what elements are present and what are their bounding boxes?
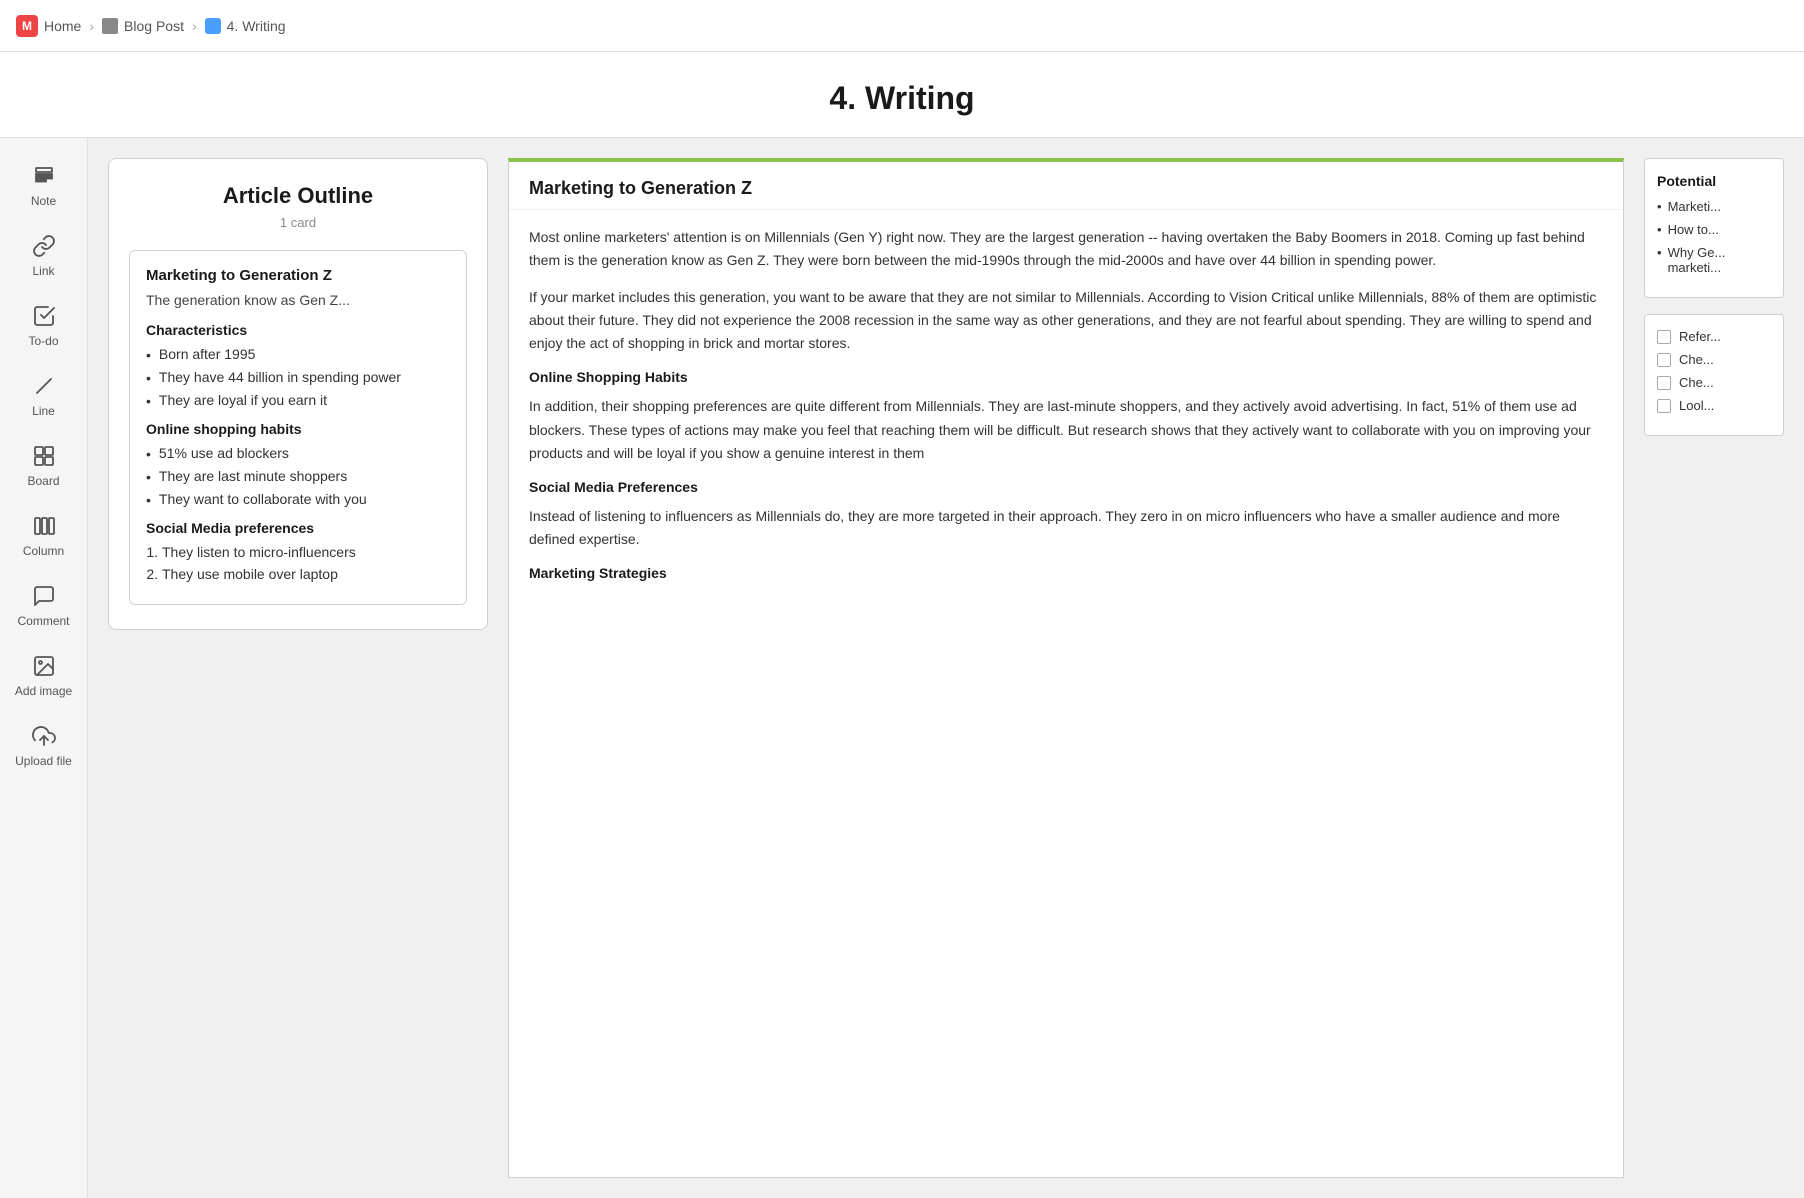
main-layout: Note Link To-do Line Board bbox=[0, 138, 1804, 1198]
blog-post-icon bbox=[102, 18, 118, 34]
potential-list: Marketi... How to... Why Ge... marketi..… bbox=[1657, 199, 1771, 275]
article-section-marketing: Marketing Strategies bbox=[529, 565, 1603, 581]
upload-icon bbox=[30, 722, 58, 750]
list-item: They have 44 billion in spending power bbox=[146, 369, 450, 386]
list-item: How to... bbox=[1657, 222, 1771, 237]
sidebar-item-column[interactable]: Column bbox=[9, 504, 79, 566]
article-section-social-content: Instead of listening to influencers as M… bbox=[529, 505, 1603, 551]
checklist-item[interactable]: Refer... bbox=[1657, 329, 1771, 344]
list-item: They are last minute shoppers bbox=[146, 468, 450, 485]
article-para-1: Most online marketers' attention is on M… bbox=[529, 226, 1603, 272]
article-section-shopping-content: In addition, their shopping preferences … bbox=[529, 395, 1603, 464]
article-section-shopping: Online Shopping Habits bbox=[529, 369, 1603, 385]
article-section-social: Social Media Preferences bbox=[529, 479, 1603, 495]
social-list: They listen to micro-influencers They us… bbox=[146, 544, 450, 582]
sidebar-item-line-label: Line bbox=[32, 404, 55, 418]
image-icon bbox=[30, 652, 58, 680]
note-icon bbox=[30, 162, 58, 190]
breadcrumb-blog-post[interactable]: Blog Post bbox=[102, 18, 184, 34]
list-item: Born after 1995 bbox=[146, 346, 450, 363]
section-heading-social: Social Media preferences bbox=[146, 520, 450, 536]
sidebar-item-add-image-label: Add image bbox=[15, 684, 72, 698]
outline-panel: Article Outline 1 card Marketing to Gene… bbox=[108, 158, 488, 1178]
article-body: Most online marketers' attention is on M… bbox=[509, 210, 1623, 607]
home-app-icon: M bbox=[16, 15, 38, 37]
breadcrumb-writing-label[interactable]: 4. Writing bbox=[227, 18, 286, 34]
outline-card-inner: Marketing to Generation Z The generation… bbox=[129, 250, 467, 605]
line-icon bbox=[30, 372, 58, 400]
section-heading-characteristics: Characteristics bbox=[146, 322, 450, 338]
checkbox[interactable] bbox=[1657, 399, 1671, 413]
potential-card: Potential Marketi... How to... Why Ge...… bbox=[1644, 158, 1784, 298]
breadcrumb-writing[interactable]: 4. Writing bbox=[205, 18, 286, 34]
checklist-item[interactable]: Che... bbox=[1657, 352, 1771, 367]
breadcrumb-sep-2: › bbox=[192, 18, 197, 34]
breadcrumb-home[interactable]: M Home bbox=[16, 15, 81, 37]
list-item: They want to collaborate with you bbox=[146, 491, 450, 508]
main-article-panel: Marketing to Generation Z Most online ma… bbox=[508, 158, 1624, 1178]
list-item: 51% use ad blockers bbox=[146, 445, 450, 462]
right-panel: Potential Marketi... How to... Why Ge...… bbox=[1644, 158, 1784, 1178]
checklist: Refer... Che... Che... Lool... bbox=[1657, 329, 1771, 413]
sidebar-item-link-label: Link bbox=[32, 264, 54, 278]
checkbox[interactable] bbox=[1657, 376, 1671, 390]
sidebar-item-note[interactable]: Note bbox=[9, 154, 79, 216]
list-item: Marketi... bbox=[1657, 199, 1771, 214]
sidebar-item-upload-file[interactable]: Upload file bbox=[9, 714, 79, 776]
article-header: Marketing to Generation Z bbox=[509, 162, 1623, 210]
characteristics-list: Born after 1995 They have 44 billion in … bbox=[146, 346, 450, 409]
list-item: They use mobile over laptop bbox=[162, 566, 450, 582]
link-icon bbox=[30, 232, 58, 260]
breadcrumb: M Home › Blog Post › 4. Writing bbox=[0, 0, 1804, 52]
list-item: They listen to micro-influencers bbox=[162, 544, 450, 560]
page-title: 4. Writing bbox=[0, 80, 1804, 117]
todo-icon bbox=[30, 302, 58, 330]
section-heading-shopping: Online shopping habits bbox=[146, 421, 450, 437]
sidebar-item-line[interactable]: Line bbox=[9, 364, 79, 426]
article-title: Marketing to Generation Z bbox=[529, 178, 1603, 199]
sidebar-item-todo[interactable]: To-do bbox=[9, 294, 79, 356]
article-para-2: If your market includes this generation,… bbox=[529, 286, 1603, 355]
sidebar-item-comment[interactable]: Comment bbox=[9, 574, 79, 636]
breadcrumb-blog-post-label[interactable]: Blog Post bbox=[124, 18, 184, 34]
outline-subtitle: 1 card bbox=[129, 215, 467, 230]
shopping-list: 51% use ad blockers They are last minute… bbox=[146, 445, 450, 508]
sidebar-item-column-label: Column bbox=[23, 544, 64, 558]
left-sidebar: Note Link To-do Line Board bbox=[0, 138, 88, 1198]
outline-card-container: Article Outline 1 card Marketing to Gene… bbox=[108, 158, 488, 630]
card-desc: The generation know as Gen Z... bbox=[146, 292, 450, 308]
breadcrumb-sep-1: › bbox=[89, 18, 94, 34]
sidebar-item-board[interactable]: Board bbox=[9, 434, 79, 496]
sidebar-item-link[interactable]: Link bbox=[9, 224, 79, 286]
sidebar-item-note-label: Note bbox=[31, 194, 56, 208]
checklist-item[interactable]: Che... bbox=[1657, 375, 1771, 390]
outline-title: Article Outline bbox=[129, 183, 467, 209]
checklist-card: Refer... Che... Che... Lool... bbox=[1644, 314, 1784, 436]
column-icon bbox=[30, 512, 58, 540]
potential-card-title: Potential bbox=[1657, 173, 1771, 189]
sidebar-item-todo-label: To-do bbox=[28, 334, 58, 348]
list-item: They are loyal if you earn it bbox=[146, 392, 450, 409]
comment-icon bbox=[30, 582, 58, 610]
sidebar-item-upload-file-label: Upload file bbox=[15, 754, 72, 768]
checklist-item[interactable]: Lool... bbox=[1657, 398, 1771, 413]
checkbox[interactable] bbox=[1657, 353, 1671, 367]
board-icon bbox=[30, 442, 58, 470]
list-item: Why Ge... marketi... bbox=[1657, 245, 1771, 275]
sidebar-item-add-image[interactable]: Add image bbox=[9, 644, 79, 706]
content-area: Article Outline 1 card Marketing to Gene… bbox=[88, 138, 1804, 1198]
sidebar-item-comment-label: Comment bbox=[17, 614, 69, 628]
page-title-bar: 4. Writing bbox=[0, 52, 1804, 138]
breadcrumb-home-label[interactable]: Home bbox=[44, 18, 81, 34]
writing-icon bbox=[205, 18, 221, 34]
checkbox[interactable] bbox=[1657, 330, 1671, 344]
card-heading: Marketing to Generation Z bbox=[146, 267, 450, 284]
sidebar-item-board-label: Board bbox=[27, 474, 59, 488]
